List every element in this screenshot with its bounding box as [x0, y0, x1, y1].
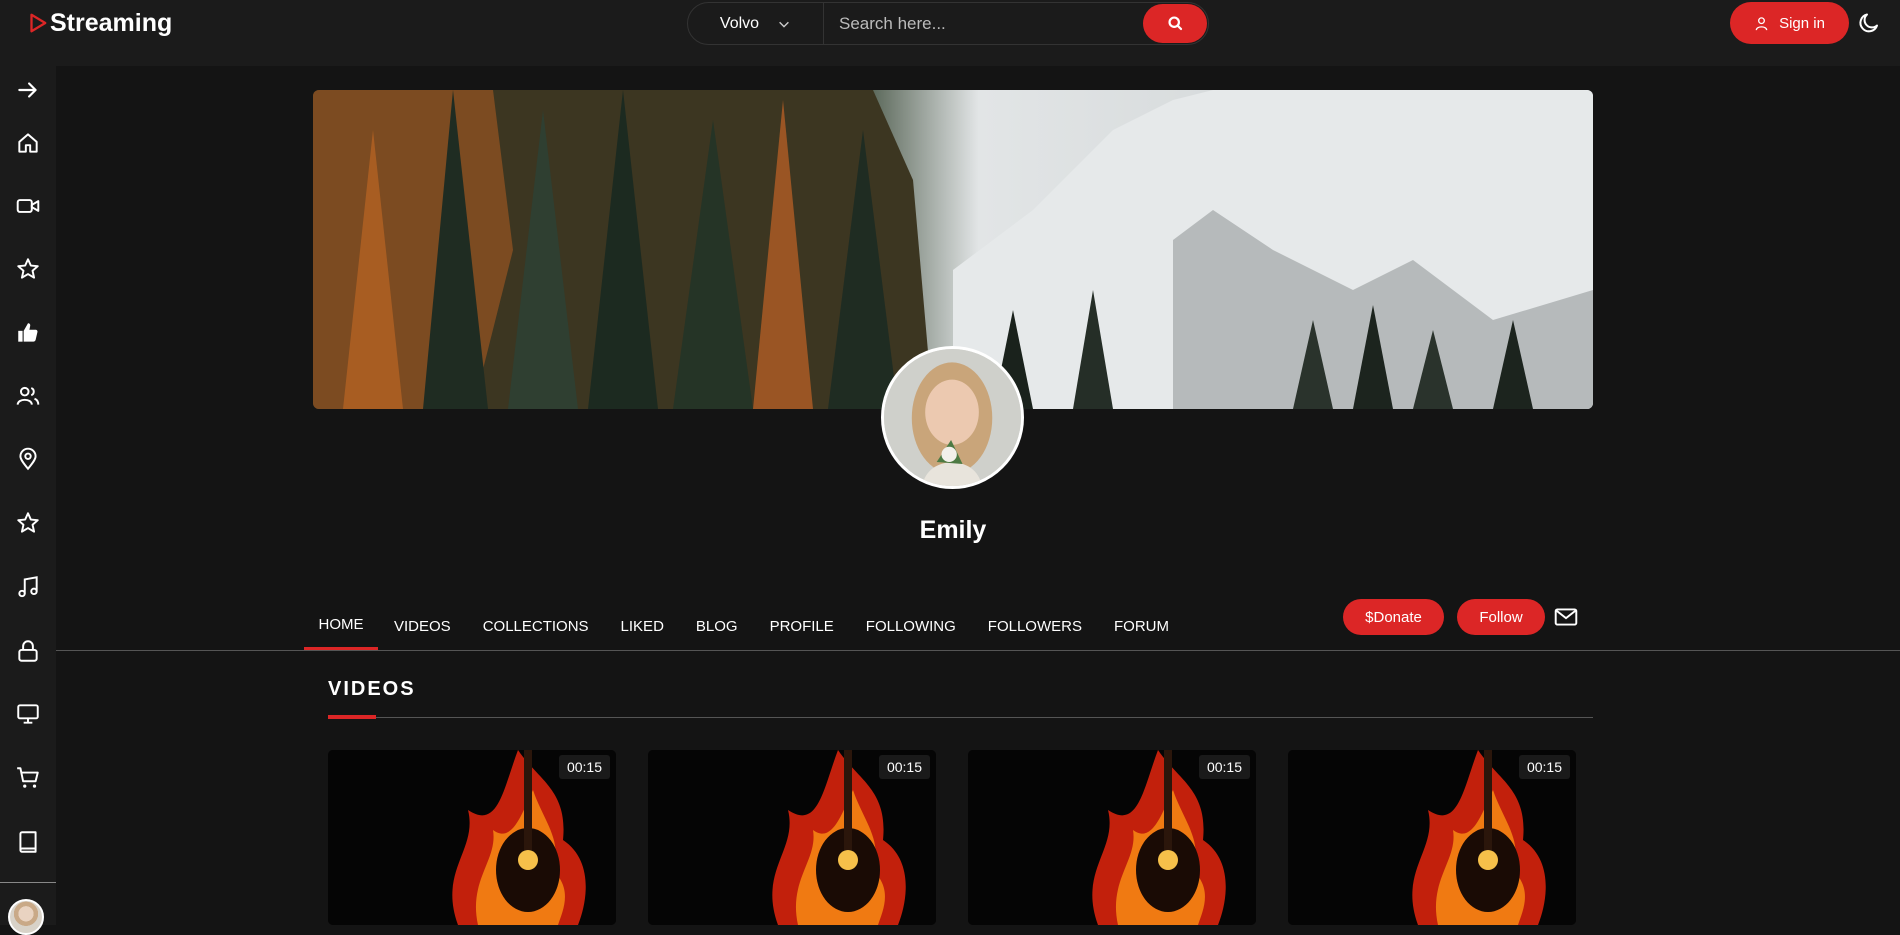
- sign-in-button[interactable]: Sign in: [1730, 2, 1849, 44]
- tab-home[interactable]: HOME: [304, 602, 378, 650]
- moon-icon[interactable]: [1857, 11, 1881, 35]
- mail-icon[interactable]: [1553, 604, 1579, 630]
- videos-section-title: VIDEOS: [328, 678, 416, 700]
- video-card[interactable]: 00:15: [1288, 750, 1576, 925]
- user-icon: [1755, 16, 1768, 30]
- profile-name: Emily: [919, 516, 987, 544]
- main-content: Emily HOME VIDEOS COLLECTIONS LIKED BLOG…: [56, 66, 1900, 925]
- users-icon[interactable]: [14, 382, 42, 410]
- search-input[interactable]: [824, 3, 1143, 44]
- tab-profile[interactable]: PROFILE: [754, 602, 850, 650]
- sign-in-label: Sign in: [1779, 14, 1825, 32]
- monitor-icon[interactable]: [14, 700, 42, 728]
- logo[interactable]: Streaming: [26, 8, 172, 38]
- user-avatar[interactable]: [8, 899, 44, 935]
- book-icon[interactable]: [14, 828, 42, 856]
- donate-button[interactable]: $Donate: [1343, 599, 1444, 635]
- video-card[interactable]: 00:15: [648, 750, 936, 925]
- search-icon: [1167, 16, 1182, 31]
- tab-forum[interactable]: FORUM: [1098, 602, 1185, 650]
- section-accent: [328, 715, 376, 719]
- video-duration: 00:15: [1198, 755, 1250, 779]
- music-note-icon[interactable]: [14, 573, 42, 601]
- tab-blog[interactable]: BLOG: [680, 602, 754, 650]
- tab-collections[interactable]: COLLECTIONS: [467, 602, 605, 650]
- lock-icon[interactable]: [14, 637, 42, 665]
- cart-icon[interactable]: [14, 764, 42, 792]
- video-duration: 00:15: [558, 755, 610, 779]
- expand-sidebar-icon[interactable]: [14, 76, 42, 104]
- video-card[interactable]: 00:15: [968, 750, 1256, 925]
- home-icon[interactable]: [14, 129, 42, 157]
- thumbs-up-icon[interactable]: [14, 319, 42, 347]
- profile-avatar: [881, 346, 1024, 489]
- search-category-select[interactable]: Volvo: [688, 3, 824, 44]
- search-button[interactable]: [1143, 4, 1207, 43]
- sidebar-divider: [0, 882, 56, 883]
- search-category-value: Volvo: [719, 14, 760, 32]
- top-bar: Streaming Volvo Sign in: [0, 0, 1900, 66]
- section-divider: [328, 717, 1593, 718]
- video-duration: 00:15: [878, 755, 930, 779]
- video-card[interactable]: 00:15: [328, 750, 616, 925]
- video-duration: 00:15: [1518, 755, 1570, 779]
- star-icon[interactable]: [14, 509, 42, 537]
- tabs-divider: [56, 650, 1900, 651]
- follow-button[interactable]: Follow: [1457, 599, 1545, 635]
- sidebar: [0, 66, 56, 935]
- profile-tabs: HOME VIDEOS COLLECTIONS LIKED BLOG PROFI…: [304, 602, 1185, 650]
- tab-liked[interactable]: LIKED: [605, 602, 680, 650]
- chevron-down-icon: [779, 21, 789, 28]
- app-title: Streaming: [50, 8, 173, 37]
- video-camera-icon[interactable]: [14, 192, 42, 220]
- search-bar: Volvo: [687, 2, 1209, 45]
- play-icon: [30, 13, 47, 33]
- tab-followers[interactable]: FOLLOWERS: [972, 602, 1098, 650]
- location-pin-icon[interactable]: [14, 445, 42, 473]
- star-icon[interactable]: [14, 255, 42, 283]
- tab-videos[interactable]: VIDEOS: [378, 602, 467, 650]
- tab-following[interactable]: FOLLOWING: [850, 602, 972, 650]
